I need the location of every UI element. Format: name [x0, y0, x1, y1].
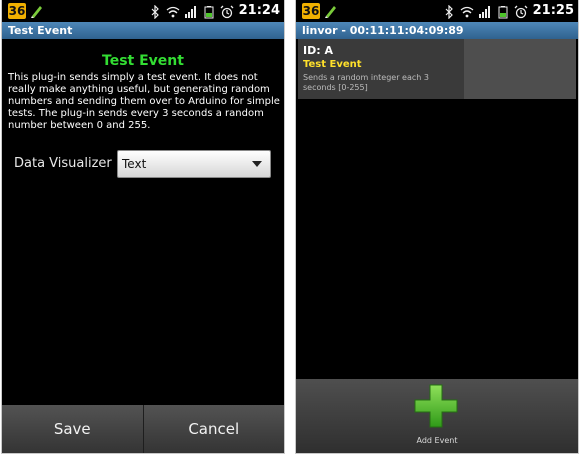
bottom-action-panel: Add Event: [296, 379, 578, 453]
status-bar: 36: [296, 0, 578, 22]
battery-icon: [496, 4, 510, 19]
clock: 21:24: [238, 3, 280, 18]
data-visualizer-label: Data Visualizer: [14, 156, 112, 171]
wifi-icon: [460, 4, 474, 18]
event-name: Test Event: [303, 59, 362, 70]
alarm-icon: [220, 4, 234, 19]
edit-pen-icon: [325, 6, 336, 18]
signal-icon: [184, 4, 198, 18]
event-description: This plug-in sends simply a test event. …: [8, 72, 280, 131]
bluetooth-icon: [442, 4, 456, 20]
wifi-icon: [166, 4, 180, 18]
clock: 21:25: [532, 3, 574, 18]
save-button[interactable]: Save: [2, 405, 143, 453]
dropdown-arrow-icon: [252, 161, 262, 167]
data-visualizer-select[interactable]: Text: [117, 150, 271, 178]
bluetooth-icon: [148, 4, 162, 20]
window-title: Test Event: [2, 22, 284, 39]
signal-icon: [478, 4, 492, 18]
event-id: ID: A: [303, 44, 333, 57]
status-bar: 36: [2, 0, 284, 22]
add-plus-icon[interactable]: [413, 383, 459, 429]
cancel-button[interactable]: Cancel: [144, 405, 285, 453]
button-bar: Save Cancel: [2, 405, 284, 453]
notification-badge: 36: [8, 3, 26, 19]
battery-icon: [202, 4, 216, 19]
event-heading: Test Event: [102, 53, 184, 69]
window-title: linvor - 00:11:11:04:09:89: [296, 22, 578, 39]
event-list-item[interactable]: ID: A Test Event Sends a random integer …: [298, 39, 576, 99]
event-item-body: ID: A Test Event Sends a random integer …: [298, 39, 464, 99]
event-summary: Sends a random integer each 3 seconds [0…: [303, 73, 429, 92]
add-event-label[interactable]: Add Event: [296, 436, 578, 445]
data-visualizer-value: Text: [122, 157, 147, 171]
alarm-icon: [514, 4, 528, 19]
left-screen: 36 21:24 Test Event Test Event This plug…: [1, 0, 285, 454]
right-screen: 36 21:25 linvor - 00:11:11:04:09:89 ID: …: [295, 0, 579, 454]
edit-pen-icon: [31, 6, 42, 18]
notification-badge: 36: [302, 3, 320, 19]
